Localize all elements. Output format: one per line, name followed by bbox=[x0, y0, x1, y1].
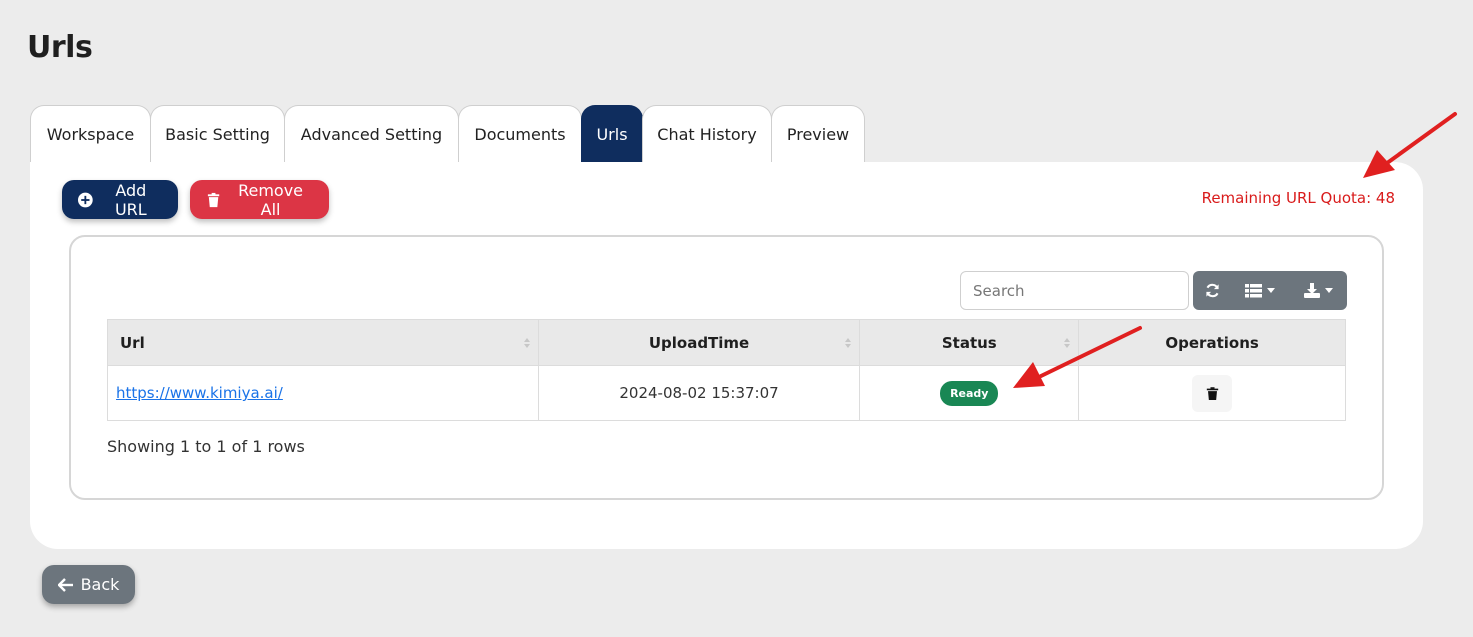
export-dropdown-button[interactable] bbox=[1289, 271, 1347, 310]
trash-icon bbox=[207, 192, 220, 207]
tab-advanced-setting[interactable]: Advanced Setting bbox=[284, 105, 459, 163]
chevron-down-icon bbox=[1267, 288, 1275, 293]
tab-chat-history[interactable]: Chat History bbox=[642, 105, 772, 163]
column-header-label: Operations bbox=[1165, 333, 1259, 352]
urls-panel: Add URL Remove All Remaining URL Quota: … bbox=[30, 162, 1423, 549]
tab-basic-setting[interactable]: Basic Setting bbox=[150, 105, 285, 163]
add-url-button[interactable]: Add URL bbox=[62, 180, 178, 219]
add-url-label: Add URL bbox=[114, 180, 147, 219]
search-input[interactable] bbox=[960, 271, 1189, 310]
url-link[interactable]: https://www.kimiya.ai/ bbox=[116, 384, 283, 402]
url-table-container: Url UploadTime Status Operations bbox=[69, 235, 1384, 500]
refresh-button[interactable] bbox=[1193, 271, 1231, 310]
status-cell: Ready bbox=[859, 365, 1080, 421]
column-header-status[interactable]: Status bbox=[859, 319, 1080, 366]
arrow-left-icon bbox=[57, 577, 73, 592]
sort-icon bbox=[523, 337, 530, 348]
sort-icon bbox=[845, 337, 852, 348]
operations-cell bbox=[1078, 365, 1346, 421]
column-header-label: Status bbox=[941, 333, 997, 352]
column-header-uploadtime[interactable]: UploadTime bbox=[537, 319, 861, 366]
table-header-row: Url UploadTime Status Operations bbox=[107, 319, 1346, 366]
columns-dropdown-button[interactable] bbox=[1231, 271, 1289, 310]
tab-workspace[interactable]: Workspace bbox=[30, 105, 151, 163]
status-badge: Ready bbox=[940, 380, 999, 406]
refresh-icon bbox=[1205, 283, 1219, 298]
tab-preview[interactable]: Preview bbox=[771, 105, 865, 163]
chevron-down-icon bbox=[1324, 288, 1333, 293]
url-table: Url UploadTime Status Operations https:/… bbox=[107, 319, 1346, 421]
column-header-label: Url bbox=[120, 333, 145, 352]
delete-url-button[interactable] bbox=[1192, 374, 1233, 412]
plus-circle-icon bbox=[78, 192, 93, 207]
back-label: Back bbox=[80, 575, 120, 594]
upload-time-cell: 2024-08-02 15:37:07 bbox=[537, 365, 861, 421]
download-icon bbox=[1303, 283, 1320, 298]
tab-documents[interactable]: Documents bbox=[458, 105, 582, 163]
list-icon bbox=[1245, 283, 1262, 297]
table-toolbar bbox=[1193, 271, 1347, 310]
column-header-url[interactable]: Url bbox=[107, 319, 539, 366]
table-row: https://www.kimiya.ai/ 2024-08-02 15:37:… bbox=[107, 365, 1346, 421]
trash-icon bbox=[1206, 386, 1218, 400]
page-title: Urls bbox=[27, 30, 93, 65]
remove-all-button[interactable]: Remove All bbox=[190, 180, 329, 219]
back-button[interactable]: Back bbox=[42, 565, 135, 604]
sort-icon bbox=[1064, 337, 1071, 348]
remove-all-label: Remove All bbox=[238, 180, 304, 219]
column-header-operations: Operations bbox=[1078, 319, 1346, 366]
url-cell: https://www.kimiya.ai/ bbox=[107, 365, 539, 421]
tab-urls[interactable]: Urls bbox=[581, 105, 643, 163]
pagination-info: Showing 1 to 1 of 1 rows bbox=[107, 437, 305, 456]
remaining-quota: Remaining URL Quota: 48 bbox=[1201, 189, 1395, 207]
column-header-label: UploadTime bbox=[648, 333, 750, 352]
tab-bar: Workspace Basic Setting Advanced Setting… bbox=[30, 105, 865, 163]
